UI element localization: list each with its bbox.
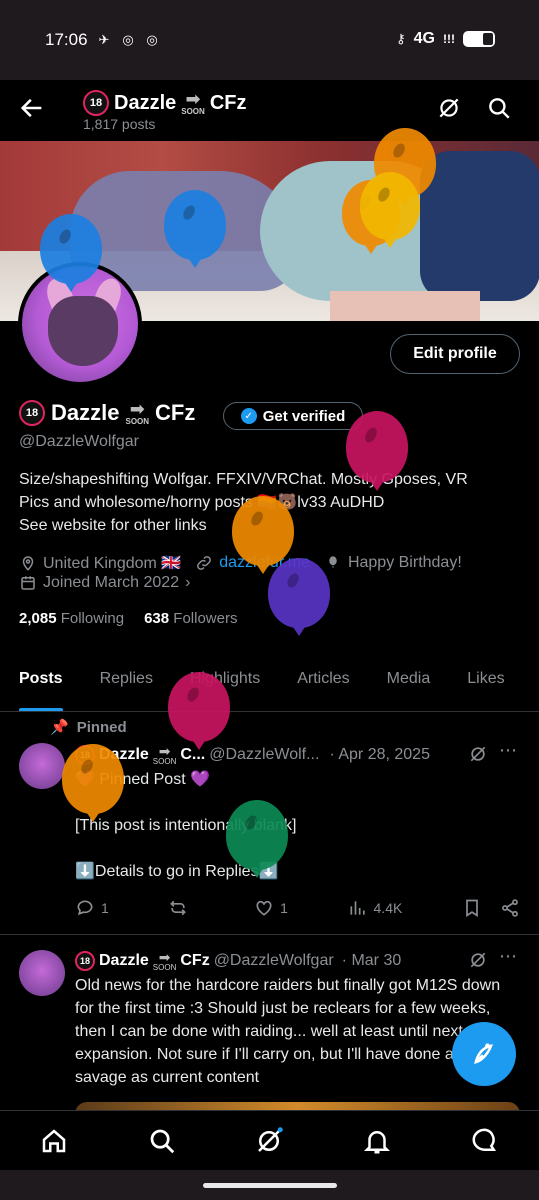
profile-handle: @DazzleWolfgar (19, 433, 139, 450)
joined-row[interactable]: Joined March 2022 › (19, 574, 190, 592)
pin-icon: 📌 (50, 719, 69, 736)
birthday-balloon (226, 800, 288, 878)
post-actions: 1 1 4.4K (75, 898, 520, 918)
age-18-icon: 18 (19, 400, 45, 426)
joined-text: Joined March 2022 (43, 574, 180, 591)
soon-arrow-icon: ➡ SOON (152, 949, 177, 972)
post-date: · Mar 30 (341, 952, 402, 969)
profile-top-bar: 18 Dazzle ➡ SOON CFz 1,817 posts (0, 80, 539, 140)
post-header: 18 Dazzle ➡SOON C... @DazzleWolf... · Ap… (75, 744, 430, 766)
reply-button[interactable]: 1 (75, 898, 109, 918)
birthday-balloon (40, 214, 102, 292)
post-count: 1,817 posts (83, 116, 156, 132)
telegram-icon: ✈ (98, 32, 110, 47)
balloon-icon (329, 556, 337, 568)
reply-icon (77, 900, 93, 916)
compose-feather-icon (474, 1043, 493, 1064)
search-icon[interactable] (147, 1126, 177, 1156)
post-avatar[interactable] (19, 743, 65, 789)
bookmark-icon[interactable] (462, 898, 482, 918)
more-options-icon[interactable]: ⋯ (499, 946, 517, 967)
birthday-balloon (360, 172, 420, 248)
home-icon[interactable] (39, 1126, 69, 1156)
tab-likes[interactable]: Likes (467, 660, 504, 711)
bottom-navigation (0, 1110, 539, 1170)
pinned-indicator: 📌 Pinned (50, 718, 127, 737)
whatsapp-icon: ◎ (122, 32, 134, 47)
compose-post-button[interactable] (452, 1022, 516, 1086)
grok-icon[interactable] (468, 950, 488, 970)
location-icon (22, 556, 34, 571)
tab-posts[interactable]: Posts (19, 660, 63, 711)
birthday-text: Happy Birthday! (347, 554, 462, 571)
post-header: 18 Dazzle ➡ SOON CFz @DazzleWolfgar · Mar… (75, 950, 401, 972)
link-icon (197, 556, 212, 570)
key-icon: ⚷ (396, 31, 406, 46)
notification-icons: ✈ ◎ ◎ (95, 31, 161, 49)
repost-icon (170, 900, 187, 916)
tab-replies[interactable]: Replies (100, 660, 153, 711)
gesture-bar (0, 1170, 539, 1200)
display-name: 18 Dazzle ➡ SOON CFz (19, 400, 195, 426)
more-options-icon[interactable]: ⋯ (499, 740, 517, 761)
edit-profile-button[interactable]: Edit profile (390, 334, 520, 374)
analytics-icon (350, 901, 365, 915)
repost-button[interactable] (168, 898, 194, 918)
birthday-balloon (164, 190, 226, 268)
signal-icon: !!! (443, 32, 455, 46)
grok-icon[interactable] (436, 95, 462, 121)
back-arrow-icon[interactable] (18, 94, 46, 122)
birthday-balloon (346, 411, 408, 491)
search-icon[interactable] (486, 95, 512, 121)
network-type: 4G (413, 30, 435, 47)
messages-icon[interactable] (470, 1126, 500, 1156)
birthday-balloon (168, 672, 230, 750)
soon-arrow-icon: ➡ SOON (152, 743, 177, 766)
post-handle: @DazzleWolfgar (213, 952, 334, 969)
birthday-balloon (62, 744, 124, 822)
following-link[interactable]: 2,085 Following (19, 610, 124, 627)
notifications-icon[interactable] (362, 1126, 392, 1156)
heart-icon (256, 900, 272, 916)
birthday-balloon (232, 496, 294, 574)
location-text: United Kingdom 🇬🇧 (43, 555, 182, 572)
verified-badge-icon: ✓ (240, 408, 257, 424)
post-handle: @DazzleWolf... (209, 746, 320, 763)
post-divider (0, 934, 539, 935)
whatsapp-icon: ◎ (146, 32, 158, 47)
age-18-icon: 18 (83, 90, 109, 116)
age-18-icon: 18 (75, 951, 95, 971)
tab-articles[interactable]: Articles (297, 660, 349, 711)
post-text: Old news for the hardcore raiders but fi… (75, 977, 501, 1086)
share-icon[interactable] (500, 898, 520, 918)
tab-media[interactable]: Media (387, 660, 431, 711)
follow-stats: 2,085 Following 638 Followers (19, 610, 237, 627)
soon-arrow-icon: ➡ SOON (125, 399, 150, 426)
followers-link[interactable]: 638 Followers (144, 610, 237, 627)
soon-arrow-icon: ➡ SOON (181, 89, 205, 116)
grok-icon[interactable] (254, 1126, 284, 1156)
post-author[interactable]: Dazzle (99, 952, 149, 970)
status-time: 17:06 (45, 30, 88, 49)
chevron-right-icon: › (185, 574, 191, 591)
status-bar: 17:06 ✈ ◎ ◎ ⚷ 4G !!! (0, 0, 539, 80)
calendar-icon (21, 576, 35, 590)
views-button[interactable]: 4.4K (348, 898, 402, 918)
status-right: ⚷ 4G !!! (396, 30, 495, 48)
birthday-balloon (268, 558, 330, 636)
top-bar-name: 18 Dazzle ➡ SOON CFz (83, 90, 246, 116)
profile-tabs: Posts Replies Highlights Articles Media … (0, 660, 539, 712)
get-verified-button[interactable]: ✓ Get verified (223, 402, 363, 430)
post-text: 💜 Pinned Post 💜 [This post is intentiona… (75, 771, 297, 880)
grok-icon[interactable] (468, 744, 488, 764)
post-avatar[interactable] (19, 950, 65, 996)
post-date: · Apr 28, 2025 (329, 746, 430, 763)
like-button[interactable]: 1 (254, 898, 288, 918)
battery-icon (463, 31, 495, 47)
